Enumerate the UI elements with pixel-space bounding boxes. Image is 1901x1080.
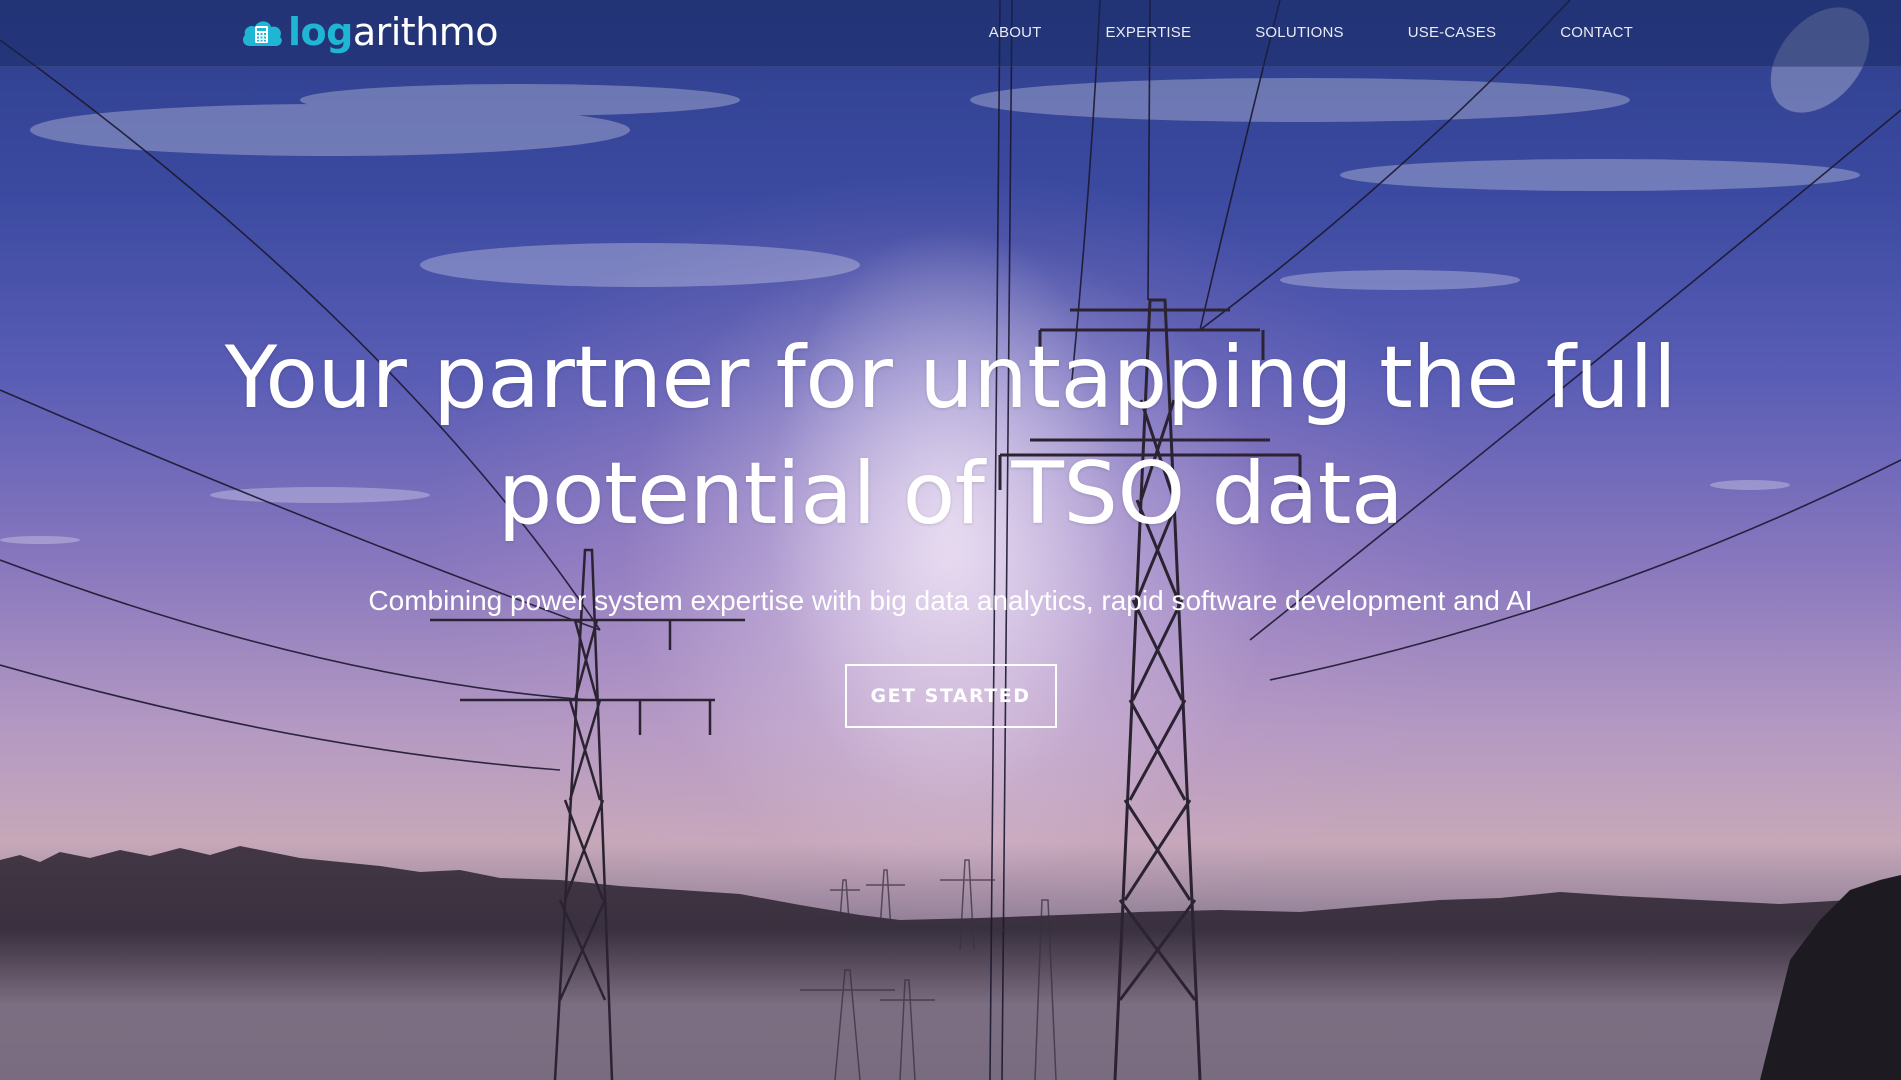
logo-wordmark-accent: log (288, 10, 353, 54)
nav-link-contact[interactable]: CONTACT (1560, 24, 1633, 41)
nav-item-expertise: EXPERTISE (1105, 24, 1191, 42)
cloud-calculator-icon (242, 21, 282, 46)
nav-item-contact: CONTACT (1560, 24, 1633, 42)
nav-link-solutions[interactable]: SOLUTIONS (1255, 24, 1343, 41)
nav-item-solutions: SOLUTIONS (1255, 24, 1343, 42)
brand-logo[interactable]: logarithmo (240, 8, 499, 56)
logo-wordmark-rest: arithmo (352, 10, 499, 54)
hero-subtitle: Combining power system expertise with bi… (368, 585, 1533, 616)
nav-item-about: ABOUT (989, 24, 1042, 42)
nav-item-use-cases: USE-CASES (1408, 24, 1497, 42)
nav-link-expertise[interactable]: EXPERTISE (1105, 24, 1191, 41)
hero-content: Your partner for untapping the full pote… (0, 320, 1901, 728)
top-navbar: logarithmo ABOUT EXPERTISE SOLUTIONS USE… (0, 0, 1901, 67)
hero-section: logarithmo ABOUT EXPERTISE SOLUTIONS USE… (0, 0, 1901, 1080)
logo-wordmark: logarithmo (288, 10, 499, 54)
hero-title: Your partner for untapping the full pote… (224, 328, 1677, 544)
nav-link-use-cases[interactable]: USE-CASES (1408, 24, 1497, 41)
nav-link-about[interactable]: ABOUT (989, 24, 1042, 41)
nav-menu: ABOUT EXPERTISE SOLUTIONS USE-CASES CONT… (989, 0, 1633, 66)
get-started-button[interactable]: GET STARTED (844, 664, 1057, 728)
